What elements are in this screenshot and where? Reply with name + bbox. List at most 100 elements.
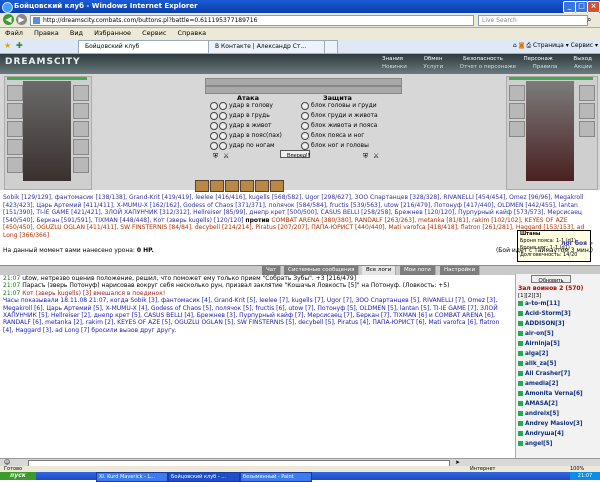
player-list-item[interactable]: Amonita Verna[6] <box>518 391 583 397</box>
opp-armor-slot[interactable] <box>509 121 525 137</box>
opp-shield-slot[interactable] <box>579 103 595 119</box>
attack-legs-radio2[interactable] <box>219 142 227 150</box>
tab-my-logs[interactable]: Мои логи <box>400 266 436 275</box>
link-news[interactable]: Новинки <box>382 63 407 71</box>
attack-legs-radio[interactable] <box>210 142 218 150</box>
attack-chest-radio[interactable] <box>210 112 218 120</box>
player-name[interactable]: Acid-Storm[3] <box>525 311 571 317</box>
player-list-item[interactable]: Andryшa[4] <box>518 431 564 437</box>
armor-slot[interactable] <box>7 121 23 137</box>
attack-head-radio[interactable] <box>210 102 218 110</box>
effect-icon[interactable] <box>195 180 209 192</box>
player-name[interactable]: alga[2] <box>525 351 548 357</box>
send-icon[interactable]: ➤ <box>455 459 460 466</box>
tab-system-messages[interactable]: Системные сообщения <box>284 266 360 275</box>
belt-slot[interactable] <box>7 139 23 155</box>
forward-button[interactable]: ▶ <box>16 14 27 25</box>
menu-file[interactable]: Файл <box>5 29 23 37</box>
player-name[interactable]: air-on[5] <box>525 331 554 337</box>
amulet-slot[interactable] <box>73 85 89 101</box>
taskbar-item-active[interactable]: Бойцовский клуб - ... <box>168 472 240 482</box>
opp-helmet-slot[interactable] <box>509 85 525 101</box>
player-name[interactable]: Airninja[5] <box>525 341 560 347</box>
rss-icon[interactable]: ◙ <box>519 42 525 49</box>
attack-stomach-radio2[interactable] <box>219 122 227 130</box>
player-list-item[interactable]: air-on[5] <box>518 331 554 337</box>
ring-slot[interactable] <box>7 157 23 173</box>
start-button[interactable]: пуск <box>0 472 36 480</box>
tab-vkontakte[interactable]: В Контакте | Александр Ст... <box>208 40 332 53</box>
player-name[interactable]: Andryшa[4] <box>525 431 564 437</box>
smile-icon[interactable]: ☺ <box>4 459 10 466</box>
helmet-slot[interactable] <box>7 85 23 101</box>
tab-fight-club[interactable]: Бойцовский клуб <box>78 40 210 53</box>
new-tab-button[interactable] <box>324 40 338 53</box>
player-name[interactable]: Amonita Verna[6] <box>525 391 583 397</box>
defense-head-chest-radio[interactable] <box>301 102 309 110</box>
taskbar-item[interactable]: XI. Kurd Maverick - L... <box>96 472 168 482</box>
player-name[interactable]: All Crasher[7] <box>525 371 570 377</box>
add-favorites-icon[interactable]: ✚ <box>16 41 23 50</box>
back-button[interactable]: ◀ <box>3 14 14 25</box>
menu-tools[interactable]: Сервис <box>142 29 166 37</box>
link-exchange[interactable]: Обмен <box>424 55 443 63</box>
attack-groin-radio[interactable] <box>210 132 218 140</box>
defense-belt-legs-radio[interactable] <box>301 132 309 140</box>
player-name[interactable]: angel[5] <box>525 441 552 447</box>
effect-icon[interactable] <box>240 180 254 192</box>
search-input[interactable]: Live Search <box>478 15 588 26</box>
close-button[interactable]: × <box>587 1 600 13</box>
menu-edit[interactable]: Правка <box>34 29 59 37</box>
opp-legs-slot[interactable] <box>579 121 595 137</box>
player-list-item[interactable]: Acid-Storm[3] <box>518 311 571 317</box>
effect-icon[interactable] <box>255 180 269 192</box>
attack-head-radio2[interactable] <box>219 102 227 110</box>
defense-chest-stomach-radio[interactable] <box>301 112 309 120</box>
attack-stomach-radio[interactable] <box>210 122 218 130</box>
link-promo[interactable]: Акции <box>574 63 592 71</box>
player-list-item[interactable]: alga[2] <box>518 351 548 357</box>
tab-all-logs[interactable]: Все логи <box>362 266 397 275</box>
effect-icon[interactable] <box>210 180 224 192</box>
menu-view[interactable]: Вид <box>70 29 83 37</box>
player-list-item[interactable]: Airninja[5] <box>518 341 560 347</box>
boots-slot[interactable] <box>73 157 89 173</box>
player-list-item[interactable]: andreix[5] <box>518 411 559 417</box>
player-name[interactable]: andreix[5] <box>525 411 559 417</box>
attack-groin-radio2[interactable] <box>219 132 227 140</box>
effect-icon[interactable] <box>270 180 284 192</box>
tab-chat[interactable]: Чат <box>262 266 282 275</box>
player-name[interactable]: Andrey Maslov[3] <box>525 421 583 427</box>
favorites-star-icon[interactable]: ★ <box>4 41 11 50</box>
page-menu[interactable]: Страница <box>533 42 564 49</box>
effect-icon[interactable] <box>225 180 239 192</box>
address-input[interactable]: http://dreamscity.combats.com/buttons.pl… <box>30 15 474 26</box>
player-list-item[interactable]: ADDISON[3] <box>518 321 565 327</box>
link-rules[interactable]: Правила <box>533 63 558 71</box>
taskbar-item[interactable]: безымянный - Paint <box>240 472 312 482</box>
search-icon[interactable]: ⌕ <box>587 15 591 25</box>
link-report[interactable]: Отчет о персонаже <box>460 63 516 71</box>
attack-go-button[interactable]: Вперед!!! <box>280 150 311 159</box>
player-list-item[interactable]: All Crasher[7] <box>518 371 570 377</box>
page-links[interactable]: [1][2][3] <box>518 293 541 299</box>
player-name[interactable]: alik_za[5] <box>525 361 556 367</box>
weapon-slot[interactable] <box>7 103 23 119</box>
player-name[interactable]: AMASA[2] <box>525 401 558 407</box>
battle-log-link[interactable]: лог боя » <box>561 240 593 247</box>
player-list-item[interactable]: a-to-m[11] <box>518 301 560 307</box>
player-list-item[interactable]: amedia[2] <box>518 381 558 387</box>
defense-stomach-belt-radio[interactable] <box>301 122 309 130</box>
player-name[interactable]: a-to-m[11] <box>525 301 560 307</box>
legs-slot[interactable] <box>73 139 89 155</box>
link-character[interactable]: Персонаж <box>524 55 553 63</box>
gloves-slot[interactable] <box>73 121 89 137</box>
print-icon[interactable]: ⎙ <box>526 42 531 49</box>
player-list-item[interactable]: angel[5] <box>518 441 552 447</box>
defense-legs-head-radio[interactable] <box>301 142 309 150</box>
menu-favorites[interactable]: Избранное <box>94 29 131 37</box>
player-list-item[interactable]: Andrey Maslov[3] <box>518 421 583 427</box>
player-name[interactable]: amedia[2] <box>525 381 558 387</box>
tools-menu[interactable]: Сервис <box>571 42 593 49</box>
player-list-item[interactable]: alik_za[5] <box>518 361 556 367</box>
